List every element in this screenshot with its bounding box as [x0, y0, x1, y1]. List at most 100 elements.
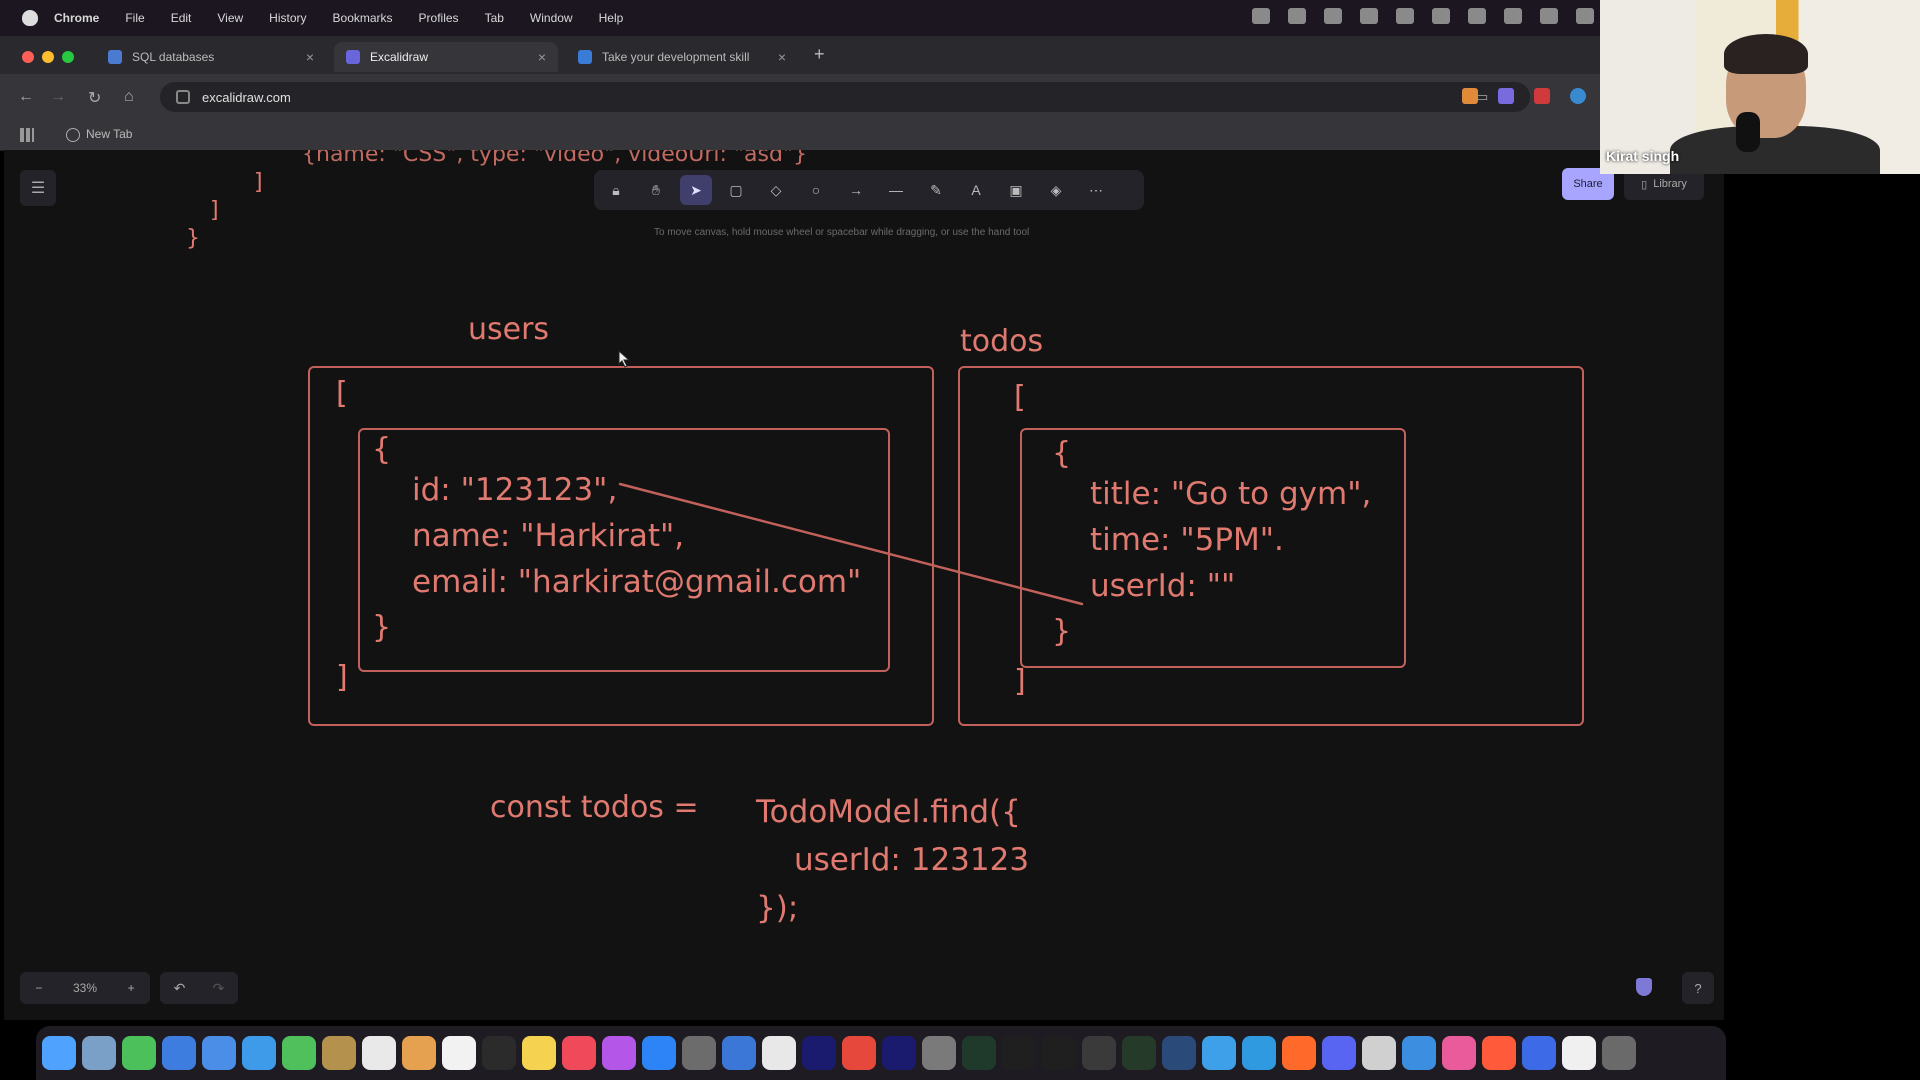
- dock-app-icon[interactable]: [922, 1036, 956, 1070]
- apple-logo-icon[interactable]: [22, 10, 38, 26]
- tab-favicon-icon: [108, 50, 122, 64]
- zoom-controls: − 33% +: [20, 972, 150, 1004]
- zoom-out-icon[interactable]: −: [35, 981, 42, 995]
- tab-excalidraw[interactable]: Excalidraw ×: [334, 42, 558, 72]
- profile-avatar[interactable]: [1570, 88, 1586, 104]
- menu-item-bookmarks[interactable]: Bookmarks: [333, 11, 393, 25]
- zoom-level[interactable]: 33%: [73, 981, 97, 995]
- dock-app-icon[interactable]: [1482, 1036, 1516, 1070]
- dock-app-icon[interactable]: [1082, 1036, 1116, 1070]
- close-tab-icon[interactable]: ×: [778, 49, 786, 65]
- status-icon[interactable]: [1288, 8, 1306, 24]
- dock-app-icon[interactable]: [1282, 1036, 1316, 1070]
- extension-icon[interactable]: [1462, 88, 1478, 104]
- dock-app-icon[interactable]: [1002, 1036, 1036, 1070]
- site-info-icon[interactable]: [176, 90, 190, 104]
- dock-app-icon[interactable]: [1402, 1036, 1436, 1070]
- tab-development-skills[interactable]: Take your development skill ×: [566, 42, 798, 72]
- wifi-icon[interactable]: [1468, 8, 1486, 24]
- control-center-icon[interactable]: [1576, 8, 1594, 24]
- zoom-in-icon[interactable]: +: [128, 981, 135, 995]
- dock-app-icon[interactable]: [1242, 1036, 1276, 1070]
- close-tab-icon[interactable]: ×: [538, 49, 546, 65]
- dock-app-icon[interactable]: [842, 1036, 876, 1070]
- battery-icon[interactable]: [1504, 8, 1522, 24]
- menu-item-help[interactable]: Help: [599, 11, 624, 25]
- maximize-window-icon[interactable]: [62, 51, 74, 63]
- dock-app-icon[interactable]: [522, 1036, 556, 1070]
- dock-app-icon[interactable]: [1122, 1036, 1156, 1070]
- menu-status-icons: [1252, 8, 1594, 24]
- menu-app-name[interactable]: Chrome: [54, 11, 99, 25]
- dock-app-icon[interactable]: [722, 1036, 756, 1070]
- dock-app-icon[interactable]: [442, 1036, 476, 1070]
- dock-app-icon[interactable]: [562, 1036, 596, 1070]
- dock-app-icon[interactable]: [322, 1036, 356, 1070]
- status-icon[interactable]: [1252, 8, 1270, 24]
- dock-app-icon[interactable]: [802, 1036, 836, 1070]
- status-icon[interactable]: [1432, 8, 1450, 24]
- dock-app-icon[interactable]: [282, 1036, 316, 1070]
- bookmark-label: New Tab: [86, 127, 133, 141]
- dock-app-icon[interactable]: [642, 1036, 676, 1070]
- search-icon[interactable]: [1540, 8, 1558, 24]
- new-tab-button[interactable]: +: [814, 44, 825, 65]
- menu-item-window[interactable]: Window: [530, 11, 573, 25]
- extension-icon[interactable]: [1534, 88, 1550, 104]
- menu-item-history[interactable]: History: [269, 11, 306, 25]
- address-bar[interactable]: excalidraw.com ▭ ☆: [160, 82, 1530, 112]
- dock-app-icon[interactable]: [402, 1036, 436, 1070]
- close-tab-icon[interactable]: ×: [306, 49, 314, 65]
- dock-app-icon[interactable]: [762, 1036, 796, 1070]
- dock-app-icon[interactable]: [1602, 1036, 1636, 1070]
- dock-app-icon[interactable]: [1162, 1036, 1196, 1070]
- dock-app-icon[interactable]: [82, 1036, 116, 1070]
- dock-app-icon[interactable]: [202, 1036, 236, 1070]
- menu-item-edit[interactable]: Edit: [171, 11, 192, 25]
- menu-item-profiles[interactable]: Profiles: [419, 11, 459, 25]
- browser-tab-strip: SQL databases × Excalidraw × Take your d…: [0, 36, 1600, 74]
- connector-line[interactable]: [4, 150, 1724, 1020]
- extension-icon[interactable]: [1498, 88, 1514, 104]
- dock-app-icon[interactable]: [1362, 1036, 1396, 1070]
- status-icon[interactable]: [1396, 8, 1414, 24]
- back-arrow-icon[interactable]: ←: [18, 88, 34, 106]
- dock-app-icon[interactable]: [1202, 1036, 1236, 1070]
- minimize-window-icon[interactable]: [42, 51, 54, 63]
- close-window-icon[interactable]: [22, 51, 34, 63]
- dock-app-icon[interactable]: [682, 1036, 716, 1070]
- dock-app-icon[interactable]: [482, 1036, 516, 1070]
- help-button[interactable]: ?: [1682, 972, 1714, 1004]
- presenter-hair: [1724, 34, 1808, 74]
- menu-item-tab[interactable]: Tab: [485, 11, 504, 25]
- dock-app-icon[interactable]: [242, 1036, 276, 1070]
- dock-app-icon[interactable]: [602, 1036, 636, 1070]
- status-icon[interactable]: [1360, 8, 1378, 24]
- tab-sql-databases[interactable]: SQL databases ×: [96, 42, 326, 72]
- menu-item-view[interactable]: View: [217, 11, 243, 25]
- tab-title: Take your development skill: [602, 50, 750, 64]
- undo-icon[interactable]: ↶: [174, 980, 186, 997]
- dock-app-icon[interactable]: [1042, 1036, 1076, 1070]
- dock-app-icon[interactable]: [122, 1036, 156, 1070]
- menu-item-file[interactable]: File: [125, 11, 144, 25]
- dock-app-icon[interactable]: [362, 1036, 396, 1070]
- redo-icon[interactable]: ↷: [213, 980, 225, 997]
- apps-grid-icon[interactable]: [20, 128, 34, 142]
- bookmark-new-tab[interactable]: New Tab: [66, 127, 132, 142]
- forward-arrow-icon[interactable]: →: [50, 88, 66, 106]
- dock-app-icon[interactable]: [1442, 1036, 1476, 1070]
- status-icon[interactable]: [1324, 8, 1342, 24]
- dock-app-icon[interactable]: [1562, 1036, 1596, 1070]
- excalidraw-canvas[interactable]: {name: "CSS", type: "video", videoUrl: "…: [4, 150, 1724, 1020]
- dock-app-icon[interactable]: [1322, 1036, 1356, 1070]
- reload-icon[interactable]: ↻: [88, 88, 101, 108]
- dock-app-icon[interactable]: [962, 1036, 996, 1070]
- query-line-1: TodoModel.find({: [756, 794, 1021, 830]
- dock-app-icon[interactable]: [1522, 1036, 1556, 1070]
- shield-icon[interactable]: [1636, 978, 1652, 996]
- home-icon[interactable]: ⌂: [124, 88, 134, 106]
- dock-app-icon[interactable]: [882, 1036, 916, 1070]
- dock-app-icon[interactable]: [162, 1036, 196, 1070]
- dock-app-icon[interactable]: [42, 1036, 76, 1070]
